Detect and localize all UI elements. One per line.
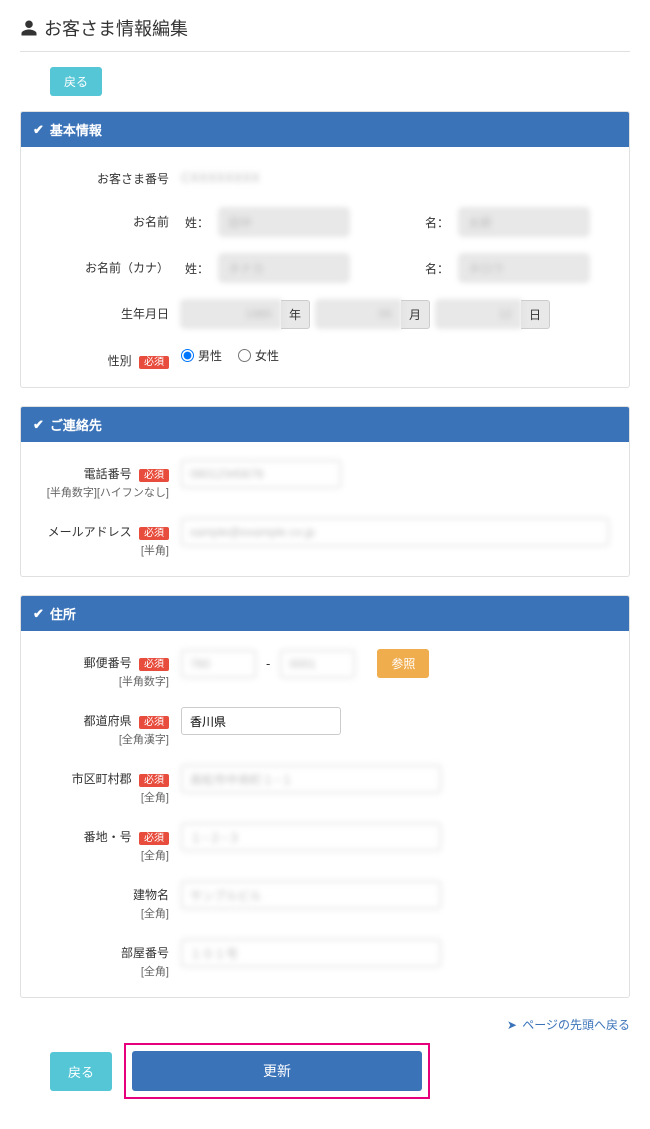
label-gender: 性別 必須 bbox=[41, 347, 181, 369]
input-sei-kana[interactable] bbox=[219, 254, 349, 282]
back-button-bottom[interactable]: 戻る bbox=[50, 1052, 112, 1091]
lookup-button[interactable]: 参照 bbox=[377, 649, 429, 678]
label-street: 番地・号 必須 [全角] bbox=[41, 823, 181, 863]
panel-contact-header: ✔ ご連絡先 bbox=[21, 407, 629, 442]
input-prefecture[interactable] bbox=[181, 707, 341, 735]
update-button[interactable]: 更新 bbox=[132, 1051, 422, 1091]
top-link[interactable]: ➤ ページの先頭へ戻る bbox=[507, 1018, 630, 1032]
label-name-kana: お名前（カナ） bbox=[41, 254, 181, 276]
postal-dash: - bbox=[262, 651, 274, 676]
input-year[interactable] bbox=[181, 300, 281, 328]
suffix-year: 年 bbox=[281, 300, 310, 329]
label-customer-no: お客さま番号 bbox=[41, 165, 181, 187]
required-badge: 必須 bbox=[139, 469, 169, 482]
back-button-top[interactable]: 戻る bbox=[50, 67, 102, 96]
label-sei-kana: 姓： bbox=[181, 255, 213, 282]
arrow-up-icon: ➤ bbox=[507, 1018, 517, 1032]
suffix-day: 日 bbox=[521, 300, 550, 329]
label-building: 建物名 [全角] bbox=[41, 881, 181, 921]
input-email[interactable] bbox=[181, 518, 609, 546]
panel-basic-header: ✔ 基本情報 bbox=[21, 112, 629, 147]
label-email: メールアドレス 必須 [半角] bbox=[41, 518, 181, 558]
label-mei-kana: 名： bbox=[421, 255, 453, 282]
input-month[interactable] bbox=[316, 300, 401, 328]
required-badge: 必須 bbox=[139, 832, 169, 845]
label-name: お名前 bbox=[41, 208, 181, 230]
check-icon: ✔ bbox=[33, 606, 44, 622]
required-badge: 必須 bbox=[139, 658, 169, 671]
label-phone: 電話番号 必須 [半角数字][ハイフンなし] bbox=[41, 460, 181, 500]
panel-contact: ✔ ご連絡先 電話番号 必須 [半角数字][ハイフンなし] メールアドレス 必須… bbox=[20, 406, 630, 577]
input-sei[interactable] bbox=[219, 208, 349, 236]
input-street[interactable] bbox=[181, 823, 441, 851]
update-highlight: 更新 bbox=[124, 1043, 430, 1099]
check-icon: ✔ bbox=[33, 417, 44, 433]
person-icon bbox=[20, 19, 38, 37]
input-city[interactable] bbox=[181, 765, 441, 793]
panel-address: ✔ 住所 郵便番号 必須 [半角数字] - 参照 bbox=[20, 595, 630, 998]
panel-address-header: ✔ 住所 bbox=[21, 596, 629, 631]
label-sei: 姓： bbox=[181, 209, 213, 236]
suffix-month: 月 bbox=[401, 300, 430, 329]
required-badge: 必須 bbox=[139, 716, 169, 729]
page-title: お客さま情報編集 bbox=[20, 15, 630, 52]
input-room[interactable] bbox=[181, 939, 441, 967]
input-postal2[interactable] bbox=[280, 650, 355, 678]
input-building[interactable] bbox=[181, 881, 441, 909]
required-badge: 必須 bbox=[139, 527, 169, 540]
input-day[interactable] bbox=[436, 300, 521, 328]
radio-male[interactable]: 男性 bbox=[181, 347, 222, 364]
label-mei: 名： bbox=[421, 209, 453, 236]
check-icon: ✔ bbox=[33, 122, 44, 138]
label-birthdate: 生年月日 bbox=[41, 300, 181, 322]
panel-basic: ✔ 基本情報 お客さま番号 CXXXXXXXX お名前 姓： 名： お名前（カナ… bbox=[20, 111, 630, 388]
input-mei[interactable] bbox=[459, 208, 589, 236]
label-prefecture: 都道府県 必須 [全角漢字] bbox=[41, 707, 181, 747]
required-badge: 必須 bbox=[139, 356, 169, 369]
required-badge: 必須 bbox=[139, 774, 169, 787]
label-room: 部屋番号 [全角] bbox=[41, 939, 181, 979]
label-city: 市区町村郡 必須 [全角] bbox=[41, 765, 181, 805]
value-customer-no: CXXXXXXXX bbox=[181, 165, 260, 190]
input-phone[interactable] bbox=[181, 460, 341, 488]
radio-female[interactable]: 女性 bbox=[238, 347, 279, 364]
label-postal: 郵便番号 必須 [半角数字] bbox=[41, 649, 181, 689]
input-mei-kana[interactable] bbox=[459, 254, 589, 282]
input-postal1[interactable] bbox=[181, 650, 256, 678]
